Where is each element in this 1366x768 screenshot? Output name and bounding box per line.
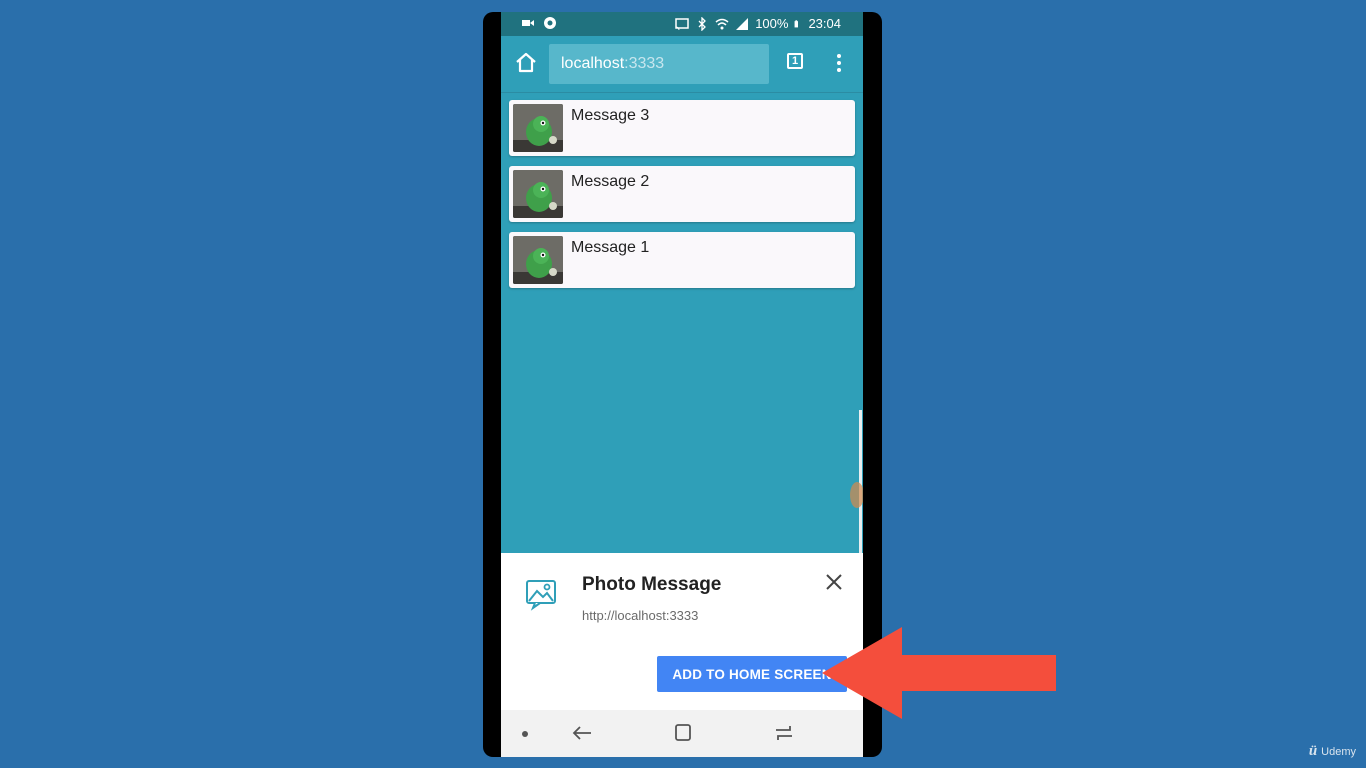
app-name: Photo Message (582, 574, 722, 595)
battery-percent: 100% (755, 16, 789, 31)
browser-toolbar: localhost:3333 1 (501, 36, 863, 93)
app-url: http://localhost:3333 (582, 608, 699, 623)
overflow-menu-icon[interactable] (833, 50, 845, 76)
video-camera-icon (522, 20, 534, 26)
message-card[interactable]: Message 3 (509, 100, 855, 156)
url-port: :3333 (624, 55, 665, 72)
chrome-icon (544, 17, 556, 29)
message-title: Message 3 (571, 107, 650, 124)
wifi-icon (715, 18, 729, 29)
tab-count: 1 (787, 53, 803, 69)
status-bar: 100% 23:04 (501, 12, 863, 36)
add-to-home-screen-button[interactable]: ADD TO HOME SCREEN (657, 656, 847, 692)
message-photo (513, 104, 563, 152)
signal-icon (736, 17, 749, 30)
message-title: Message 1 (571, 239, 650, 256)
bluetooth-icon (698, 16, 707, 31)
url-host: localhost (561, 55, 625, 72)
close-icon[interactable] (825, 573, 843, 591)
message-card[interactable]: Message 2 (509, 166, 855, 222)
add-to-home-screen-sheet: Photo Message http://localhost:3333 ADD … (501, 553, 863, 710)
photo-message-app-icon (526, 580, 556, 611)
home-icon[interactable] (513, 50, 539, 76)
message-card[interactable]: Message 1 (509, 232, 855, 288)
back-arrow-icon[interactable] (571, 724, 593, 742)
recent-apps-icon[interactable] (773, 724, 795, 742)
home-nav-icon[interactable] (673, 724, 693, 742)
phone-screen: 100% 23:04 localhost:3333 1 Message 3 Me… (501, 12, 863, 757)
watermark-brand: Udemy (1321, 745, 1356, 758)
nav-dot-icon[interactable] (521, 730, 529, 738)
clock: 23:04 (808, 16, 841, 31)
tab-switcher-button[interactable]: 1 (787, 53, 807, 73)
message-photo (513, 236, 563, 284)
android-nav-bar (501, 710, 863, 757)
message-list: Message 3 Message 2 Message 1 (509, 100, 855, 298)
udemy-logo-icon: ü (1308, 743, 1318, 759)
udemy-watermark: ü Udemy (1309, 743, 1356, 760)
address-bar[interactable]: localhost:3333 (549, 44, 769, 84)
cast-icon (675, 17, 689, 30)
message-photo (513, 170, 563, 218)
edge-panel-handle[interactable] (850, 482, 863, 508)
battery-icon (795, 19, 799, 27)
message-title: Message 2 (571, 173, 650, 190)
pointer-arrow-annotation (822, 627, 1056, 719)
